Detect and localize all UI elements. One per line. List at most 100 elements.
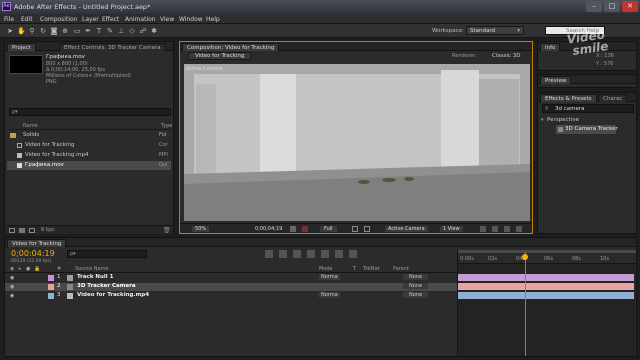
workspace-dropdown[interactable]: Standard ▾ [466, 26, 524, 35]
layer-mode-dropdown[interactable]: Norma [319, 274, 340, 280]
menu-edit[interactable]: Edit [21, 16, 33, 23]
brush-tool-icon[interactable]: ✎ [106, 27, 114, 35]
selection-tool-icon[interactable]: ➤ [6, 27, 14, 35]
menu-help[interactable]: Help [206, 16, 220, 23]
layer-name[interactable]: 3D Tracker Camera [77, 283, 136, 289]
type-tool-icon[interactable]: T [95, 27, 103, 35]
comp-current-time[interactable]: 0;00;04;19 [255, 226, 282, 232]
tab-character[interactable]: Charac [598, 94, 628, 102]
tree-item-3d-camera-tracker[interactable]: 3D Camera Tracker [556, 125, 618, 134]
new-comp-icon[interactable] [29, 228, 35, 233]
menu-view[interactable]: View [160, 16, 174, 23]
tab-timeline-comp[interactable]: Video for Tracking [7, 239, 67, 247]
frame-blending-icon[interactable] [307, 250, 315, 258]
fast-previews-icon[interactable] [492, 226, 498, 232]
time-graph[interactable]: 0:00s 02s 04s 06s 08s 10s [457, 250, 636, 356]
puppet-tool-icon[interactable]: ✱ [150, 27, 158, 35]
layer-name[interactable]: Video for Tracking.mp4 [77, 292, 149, 298]
close-button[interactable]: ✕ [622, 1, 638, 12]
tab-composition[interactable]: Composition: Video for Tracking [182, 43, 280, 51]
project-item-solids[interactable]: Solids Fol [7, 131, 171, 140]
interpret-footage-icon[interactable] [9, 228, 15, 233]
time-ruler[interactable]: 0:00s 02s 04s 06s 08s 10s [458, 250, 636, 264]
menu-file[interactable]: File [4, 16, 14, 23]
hide-shy-layers-icon[interactable] [293, 250, 301, 258]
layer-parent-dropdown[interactable]: None [403, 292, 429, 298]
tab-effects-presets[interactable]: Effects & Presets [540, 94, 597, 102]
layer-bar[interactable] [458, 274, 634, 281]
motion-blur-icon[interactable] [321, 250, 329, 258]
draft-3d-icon[interactable] [279, 250, 287, 258]
brainstorm-icon[interactable] [335, 250, 343, 258]
playhead[interactable] [525, 252, 526, 356]
comp-mini-flowchart-icon[interactable] [265, 250, 273, 258]
graph-editor-icon[interactable] [349, 250, 357, 258]
project-item-footage[interactable]: Video for Tracking.mp4 MPI [7, 151, 171, 160]
layer-row[interactable]: ◉ 3 Video for Tracking.mp4 Norma None [5, 292, 457, 300]
tab-effect-controls[interactable]: Effect Controls: 3D Tracker Camera [59, 43, 166, 51]
flowchart-icon[interactable] [516, 226, 522, 232]
region-of-interest-icon[interactable] [352, 226, 358, 232]
snapshot-icon[interactable] [290, 226, 296, 232]
comp-flowchart-tab[interactable]: Video for Tracking [188, 52, 252, 60]
layer-bar[interactable] [458, 283, 634, 290]
camera-tool-icon[interactable]: ◙ [50, 27, 58, 35]
roto-brush-tool-icon[interactable]: ☍ [139, 27, 147, 35]
minimize-button[interactable]: – [586, 1, 602, 12]
eye-icon[interactable]: ◉ [10, 284, 14, 290]
menu-effect[interactable]: Effect [102, 16, 119, 23]
tree-item-perspective[interactable]: ▾ Perspective [540, 116, 634, 125]
trash-icon[interactable]: 🗑 [163, 227, 171, 234]
layer-row[interactable]: ◉ 1 Track Null 1 Norma None [5, 274, 457, 282]
show-channel-icon[interactable] [302, 226, 308, 232]
clone-stamp-tool-icon[interactable]: ⊥ [117, 27, 125, 35]
eye-icon[interactable]: ◉ [10, 275, 14, 281]
menu-animation[interactable]: Animation [125, 16, 156, 23]
timeline-icon[interactable] [504, 226, 510, 232]
layer-parent-dropdown[interactable]: None [403, 274, 429, 280]
layer-bar[interactable] [458, 292, 634, 299]
layer-label-color[interactable] [48, 275, 54, 281]
playhead-handle[interactable] [522, 254, 528, 260]
work-area-bar[interactable] [458, 250, 636, 253]
layer-mode-dropdown[interactable]: Norma [319, 292, 340, 298]
zoom-tool-icon[interactable]: ⚲ [28, 27, 36, 35]
layer-name[interactable]: Track Null 1 [77, 274, 113, 280]
magnification-dropdown[interactable]: 50% [192, 226, 210, 232]
transparency-grid-icon[interactable] [364, 226, 370, 232]
tab-project[interactable]: Project [7, 43, 36, 51]
tab-info[interactable]: Info [540, 43, 561, 51]
renderer-value[interactable]: Classic 3D [492, 53, 521, 59]
menu-window[interactable]: Window [179, 16, 203, 23]
menu-composition[interactable]: Composition [40, 16, 77, 23]
maximize-button[interactable]: □ [604, 1, 620, 12]
column-type[interactable]: Type [161, 123, 172, 129]
toggle-pixel-aspect-icon[interactable] [480, 226, 486, 232]
column-name[interactable]: Name [23, 123, 38, 129]
menu-layer[interactable]: Layer [82, 16, 99, 23]
new-folder-icon[interactable] [19, 228, 25, 233]
bit-depth-label[interactable]: 8 bpc [41, 227, 55, 233]
project-search-input[interactable]: ρ▾ [9, 108, 171, 116]
tab-preview[interactable]: Preview [540, 76, 572, 84]
layer-label-color[interactable] [48, 284, 54, 290]
timeline-current-time[interactable]: 0;00:04:19 [11, 249, 55, 258]
layer-label-color[interactable] [48, 293, 54, 299]
view-layout-dropdown[interactable]: 1 View [440, 226, 463, 232]
eye-icon[interactable]: ◉ [10, 293, 14, 299]
layer-parent-dropdown[interactable]: None [403, 283, 429, 289]
rectangle-tool-icon[interactable]: ▭ [73, 27, 81, 35]
comp-viewer[interactable]: Active Camera [184, 64, 530, 221]
project-item-comp[interactable]: Video for Tracking Cor [7, 141, 171, 150]
hand-tool-icon[interactable]: ✋ [17, 27, 26, 35]
eraser-tool-icon[interactable]: ◇ [128, 27, 136, 35]
effects-search-input[interactable]: 3d camera ⚲ [542, 104, 634, 113]
resolution-dropdown[interactable]: Full [320, 226, 337, 232]
pen-tool-icon[interactable]: ✒ [84, 27, 92, 35]
project-item-grafika[interactable]: Графика.mov Qui [7, 161, 171, 170]
layer-row[interactable]: ◉ 2 3D Tracker Camera None [5, 283, 457, 291]
3d-view-dropdown[interactable]: Active Camera [385, 226, 428, 232]
timeline-search-input[interactable]: ρ▾ [67, 250, 147, 258]
pan-behind-tool-icon[interactable]: ⊕ [61, 27, 69, 35]
rotate-tool-icon[interactable]: ↻ [39, 27, 47, 35]
